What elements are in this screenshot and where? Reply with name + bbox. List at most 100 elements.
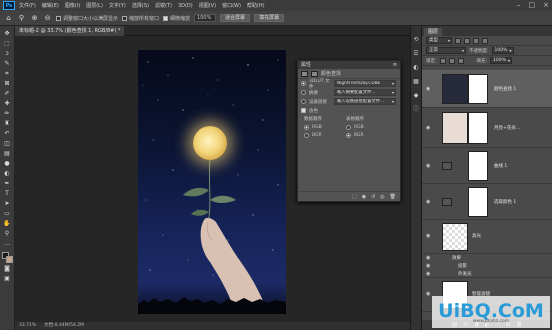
mask-icon[interactable] <box>311 70 318 77</box>
layer-row[interactable]: ◉ 月亮+花朵... <box>422 108 552 148</box>
zoom-all-windows-checkbox[interactable]: 缩放所有窗口 <box>122 15 159 22</box>
type-tool-icon[interactable]: T <box>2 190 12 198</box>
lut-file-dropdown[interactable]: NightFromDay.CUBE <box>334 80 396 87</box>
properties-icon[interactable]: ☰ <box>413 50 418 58</box>
adjustments-icon[interactable]: ◐ <box>413 64 418 72</box>
eye-icon[interactable]: ◉ <box>426 271 430 277</box>
device-link-radio[interactable] <box>301 99 306 104</box>
table-order-rgb[interactable]: RGB <box>346 125 380 130</box>
home-icon[interactable]: ⌂ <box>4 14 13 23</box>
layer-row[interactable]: ◉ 颜色查找 1 <box>422 70 552 108</box>
quick-mask-icon[interactable]: ◙ <box>2 265 12 273</box>
eye-icon[interactable]: ◉ <box>426 233 430 239</box>
properties-header[interactable]: 属性 ≡ <box>298 61 400 69</box>
layer-mask-thumbnail[interactable] <box>468 151 488 181</box>
maximize-icon[interactable]: □ <box>529 1 536 9</box>
menu-help[interactable]: 帮助(H) <box>247 2 265 9</box>
layer-mask-thumbnail[interactable] <box>468 112 488 144</box>
data-order-rgb-radio[interactable] <box>304 125 309 130</box>
opacity-field[interactable]: 100% <box>491 47 514 54</box>
history-icon[interactable]: ⟲ <box>413 36 418 44</box>
layer-name[interactable]: 选取颜色 1 <box>494 199 516 205</box>
zoom-percent-field[interactable]: 100% <box>194 14 217 22</box>
filter-type-icon[interactable] <box>473 37 479 44</box>
close-icon[interactable]: × <box>543 1 549 9</box>
resize-windows-checkbox[interactable]: 调整窗口大小以满屏显示 <box>56 15 118 22</box>
shape-tool-icon[interactable]: ▭ <box>2 210 12 218</box>
eye-icon[interactable]: ◉ <box>426 199 430 205</box>
eye-icon[interactable]: ◉ <box>426 163 430 169</box>
minimize-icon[interactable]: – <box>517 1 521 9</box>
pen-tool-icon[interactable]: ✒ <box>2 180 12 188</box>
menu-image[interactable]: 图像(I) <box>65 2 80 9</box>
data-order-bgr-radio[interactable] <box>304 133 309 138</box>
lasso-tool-icon[interactable]: ↄ <box>2 50 12 58</box>
layer-effect-label[interactable]: 投影 <box>458 263 467 269</box>
menu-layer[interactable]: 图层(L) <box>86 2 103 9</box>
dither-checkbox[interactable] <box>301 108 306 113</box>
menu-select[interactable]: 选择(S) <box>132 2 149 9</box>
table-order-bgr[interactable]: BGR <box>346 133 380 138</box>
swatches-icon[interactable]: ▦ <box>413 78 419 86</box>
data-order-bgr[interactable]: BGR <box>304 133 338 138</box>
marquee-tool-icon[interactable]: ⬚ <box>2 40 12 48</box>
fill-field[interactable]: 100% <box>490 57 513 64</box>
layer-mask-thumbnail[interactable] <box>468 187 488 217</box>
view-previous-icon[interactable]: ◉ <box>362 194 366 200</box>
visibility-icon[interactable]: ◎ <box>380 194 384 200</box>
menu-file[interactable]: 文件(F) <box>19 2 36 9</box>
screen-mode-icon[interactable]: ▣ <box>2 275 12 283</box>
menu-edit[interactable]: 编辑(E) <box>42 2 59 9</box>
blur-tool-icon[interactable]: ● <box>2 160 12 168</box>
layer-name[interactable]: 颜色查找 1 <box>494 86 516 92</box>
scrubby-zoom-checkbox[interactable]: 细微缩放 <box>163 15 190 22</box>
menu-type[interactable]: 文字(Y) <box>109 2 126 9</box>
filter-adjust-icon[interactable] <box>464 37 470 44</box>
layer-name[interactable]: 月亮+花朵... <box>494 125 520 131</box>
lock-pixels-icon[interactable] <box>439 57 446 64</box>
table-order-bgr-radio[interactable] <box>346 133 351 138</box>
status-zoom[interactable]: 33.71% <box>19 322 36 330</box>
layer-name[interactable]: 高光 <box>472 233 481 239</box>
filter-pixel-icon[interactable] <box>455 37 461 44</box>
history-brush-tool-icon[interactable]: ↶ <box>2 130 12 138</box>
color-swatches[interactable] <box>1 252 13 263</box>
zoom-tool-icon[interactable]: ⚲ <box>2 230 12 238</box>
menu-3d[interactable]: 3D(D) <box>178 3 193 9</box>
zoom-tool-icon[interactable]: ⚲ <box>17 14 26 23</box>
delete-icon[interactable]: 🗑 <box>390 194 396 200</box>
frame-tool-icon[interactable]: ⊠ <box>2 80 12 88</box>
clip-to-layer-icon[interactable]: ⬚ <box>352 194 357 200</box>
quick-select-tool-icon[interactable]: ✎ <box>2 60 12 68</box>
menu-filter[interactable]: 滤镜(T) <box>155 2 172 9</box>
path-select-tool-icon[interactable]: ➤ <box>2 200 12 208</box>
document-canvas[interactable] <box>138 50 286 314</box>
more-tools-icon[interactable]: … <box>2 240 12 248</box>
fill-screen-button[interactable]: 填充屏幕 <box>254 14 285 22</box>
crop-tool-icon[interactable]: ⌗ <box>2 70 12 78</box>
eraser-tool-icon[interactable]: ◫ <box>2 140 12 148</box>
layer-effect-row[interactable]: ◉ 投影 <box>422 262 552 270</box>
layer-mask-thumbnail[interactable] <box>468 74 488 104</box>
lut-file-radio[interactable] <box>301 81 306 86</box>
styles-icon[interactable]: ◆ <box>414 92 419 100</box>
healing-tool-icon[interactable]: ✚ <box>2 100 12 108</box>
eyedropper-tool-icon[interactable]: ✐ <box>2 90 12 98</box>
info-icon[interactable]: ⓘ <box>413 106 419 114</box>
abstract-radio[interactable] <box>301 90 306 95</box>
layer-effect-row[interactable]: ◉ 外发光 <box>422 270 552 278</box>
move-tool-icon[interactable]: ✥ <box>2 30 12 38</box>
filter-kind-select[interactable]: 类型 <box>426 37 452 44</box>
layer-effects-row[interactable]: ◉ 效果 <box>422 254 552 262</box>
eye-icon[interactable]: ◉ <box>426 255 430 261</box>
filter-shape-icon[interactable] <box>482 37 488 44</box>
zoom-in-icon[interactable]: ⊕ <box>30 14 39 23</box>
menu-view[interactable]: 视图(V) <box>199 2 216 9</box>
eye-icon[interactable]: ◉ <box>426 125 430 131</box>
layer-row[interactable]: ◉ 高光 <box>422 220 552 254</box>
layer-row[interactable]: ◉ 选取颜色 1 <box>422 184 552 220</box>
hand-tool-icon[interactable]: ✋ <box>2 220 12 228</box>
zoom-out-icon[interactable]: ⊖ <box>43 14 52 23</box>
layer-name[interactable]: 曲线 1 <box>494 163 507 169</box>
data-order-rgb[interactable]: RGB <box>304 125 338 130</box>
